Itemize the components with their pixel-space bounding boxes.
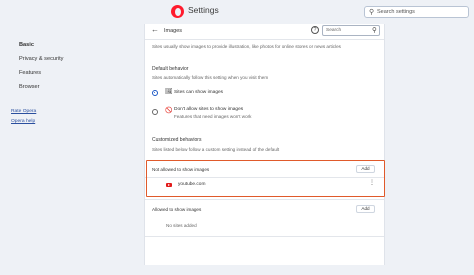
sidebar-item-features[interactable]: Features xyxy=(19,70,41,76)
not-allowed-highlight-box xyxy=(146,160,385,197)
customized-behaviors-subtext: Sites listed below follow a custom setti… xyxy=(152,147,280,152)
divider xyxy=(145,39,384,40)
panel-search-input[interactable]: Search ⚲ xyxy=(322,25,380,36)
help-icon[interactable]: ? xyxy=(311,26,319,34)
divider xyxy=(145,199,384,200)
radio-dont-allow-images[interactable] xyxy=(152,109,158,115)
images-description: Sites usually show images to provide ill… xyxy=(152,44,341,49)
panel-search-placeholder: Search xyxy=(326,28,342,33)
sidebar: Basic Privacy & security Features Browse… xyxy=(0,24,140,275)
settings-search-field[interactable]: ⚲ Search settings xyxy=(364,6,469,18)
default-behavior-heading: Default behavior xyxy=(152,66,189,72)
image-blocked-icon: 🚫 xyxy=(165,108,173,114)
customized-behaviors-heading: Customized behaviors xyxy=(152,137,202,143)
settings-search-placeholder: Search settings xyxy=(377,8,415,15)
sidebar-item-privacy-security[interactable]: Privacy & security xyxy=(19,56,63,62)
option-sites-can-show-images[interactable]: Sites can show images xyxy=(174,90,223,95)
search-icon: ⚲ xyxy=(369,9,375,16)
add-allowed-button[interactable]: Add xyxy=(356,205,375,213)
divider xyxy=(145,236,384,237)
sidebar-item-browser[interactable]: Browser xyxy=(19,84,40,90)
page-title: Images xyxy=(164,28,183,34)
image-icon: 🖼 xyxy=(165,89,173,95)
back-arrow-icon[interactable]: ← xyxy=(151,25,159,34)
option-dont-allow-images[interactable]: Don't allow sites to show images xyxy=(174,107,243,112)
rate-opera-link[interactable]: Rate Opera xyxy=(11,109,36,114)
default-behavior-subtext: Sites automatically follow this setting … xyxy=(152,75,269,80)
no-sites-added-text: No sites added xyxy=(166,223,197,228)
allowed-label: Allowed to show images xyxy=(152,207,202,212)
top-bar: Settings ⚲ Search settings xyxy=(0,0,474,24)
app-title: Settings xyxy=(188,5,219,15)
sidebar-item-basic[interactable]: Basic xyxy=(19,42,34,48)
radio-sites-can-show-images[interactable] xyxy=(152,90,158,96)
search-icon: ⚲ xyxy=(372,27,377,34)
opera-logo-icon xyxy=(171,5,184,18)
bottom-strip xyxy=(0,265,474,275)
opera-help-link[interactable]: Opera help xyxy=(11,119,35,124)
option-dont-allow-images-sublabel: Features that need images won't work xyxy=(174,114,252,119)
images-settings-panel: ← Images ? Search ⚲ Sites usually show i… xyxy=(144,24,385,275)
